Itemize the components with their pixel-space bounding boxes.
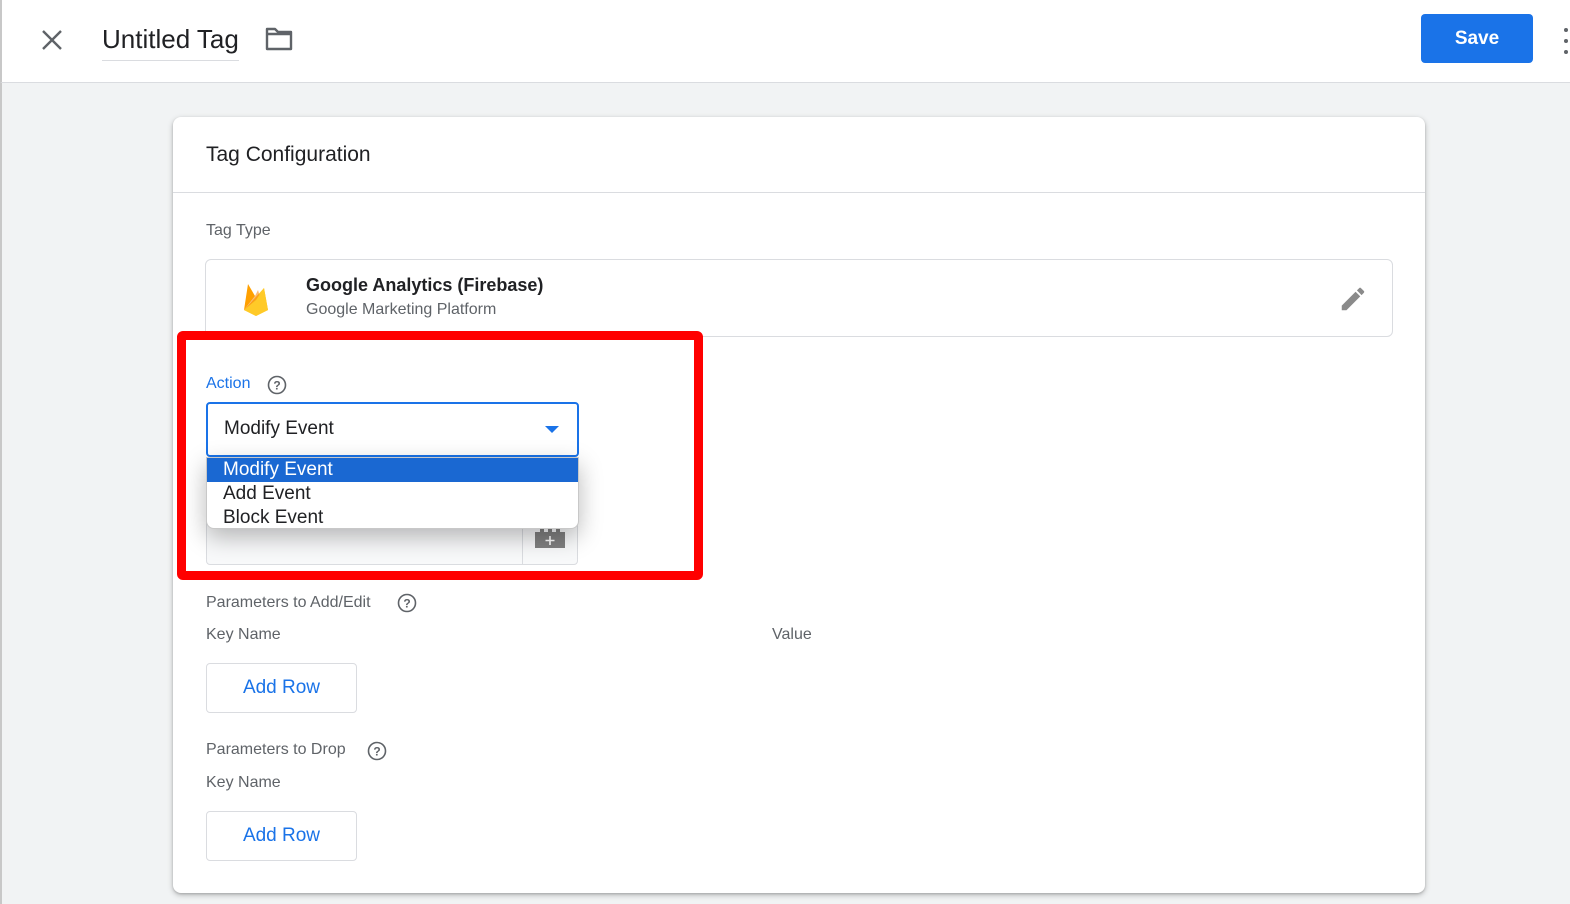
tag-type-vendor: Google Marketing Platform (306, 301, 497, 318)
action-label: Action (206, 375, 251, 392)
firebase-icon (244, 284, 268, 316)
more-vert-icon (1564, 28, 1568, 32)
tag-type-selector[interactable]: Google Analytics (Firebase) Google Marke… (205, 259, 1393, 337)
svg-text:?: ? (403, 597, 410, 611)
help-icon[interactable]: ? (267, 375, 287, 395)
help-icon[interactable]: ? (397, 593, 417, 613)
svg-text:?: ? (273, 379, 280, 393)
tag-type-label: Tag Type (206, 222, 271, 239)
action-select-value: Modify Event (224, 418, 334, 439)
more-vert-icon-dot (1564, 39, 1568, 43)
variable-picker-icon[interactable] (533, 526, 567, 550)
card-title: Tag Configuration (173, 117, 1425, 193)
tag-name-input[interactable]: Untitled Tag (102, 22, 239, 61)
dropdown-option[interactable]: Modify Event (207, 458, 578, 482)
action-select[interactable]: Modify Event (206, 402, 579, 457)
tag-configuration-card: Tag Configuration Tag Type Google Analyt… (173, 117, 1425, 893)
left-edge-border (0, 83, 2, 904)
key-name-column-header: Key Name (206, 774, 281, 791)
folder-button[interactable] (264, 26, 296, 54)
dropdown-option[interactable]: Block Event (207, 506, 578, 528)
help-icon[interactable]: ? (367, 741, 387, 761)
params-drop-label: Parameters to Drop (206, 741, 346, 758)
tag-type-name: Google Analytics (Firebase) (306, 275, 544, 295)
close-button[interactable] (36, 24, 68, 56)
more-vert-icon-dot (1564, 50, 1568, 54)
close-icon (42, 30, 62, 50)
action-dropdown-menu: Modify Event Add Event Block Event (206, 457, 579, 529)
key-name-column-header: Key Name (206, 626, 281, 643)
dropdown-arrow-icon (545, 426, 559, 433)
folder-icon (265, 27, 293, 51)
svg-text:?: ? (373, 745, 380, 759)
dropdown-option[interactable]: Add Event (207, 482, 578, 506)
add-row-button-add-edit[interactable]: Add Row (206, 663, 357, 713)
top-bar: Untitled Tag Save (0, 0, 1570, 83)
add-row-button-drop[interactable]: Add Row (206, 811, 357, 861)
save-button[interactable]: Save (1421, 14, 1533, 63)
pencil-icon[interactable] (1338, 284, 1368, 314)
params-add-edit-label: Parameters to Add/Edit (206, 594, 371, 611)
value-column-header: Value (772, 626, 812, 643)
more-options-button[interactable] (1560, 28, 1570, 54)
